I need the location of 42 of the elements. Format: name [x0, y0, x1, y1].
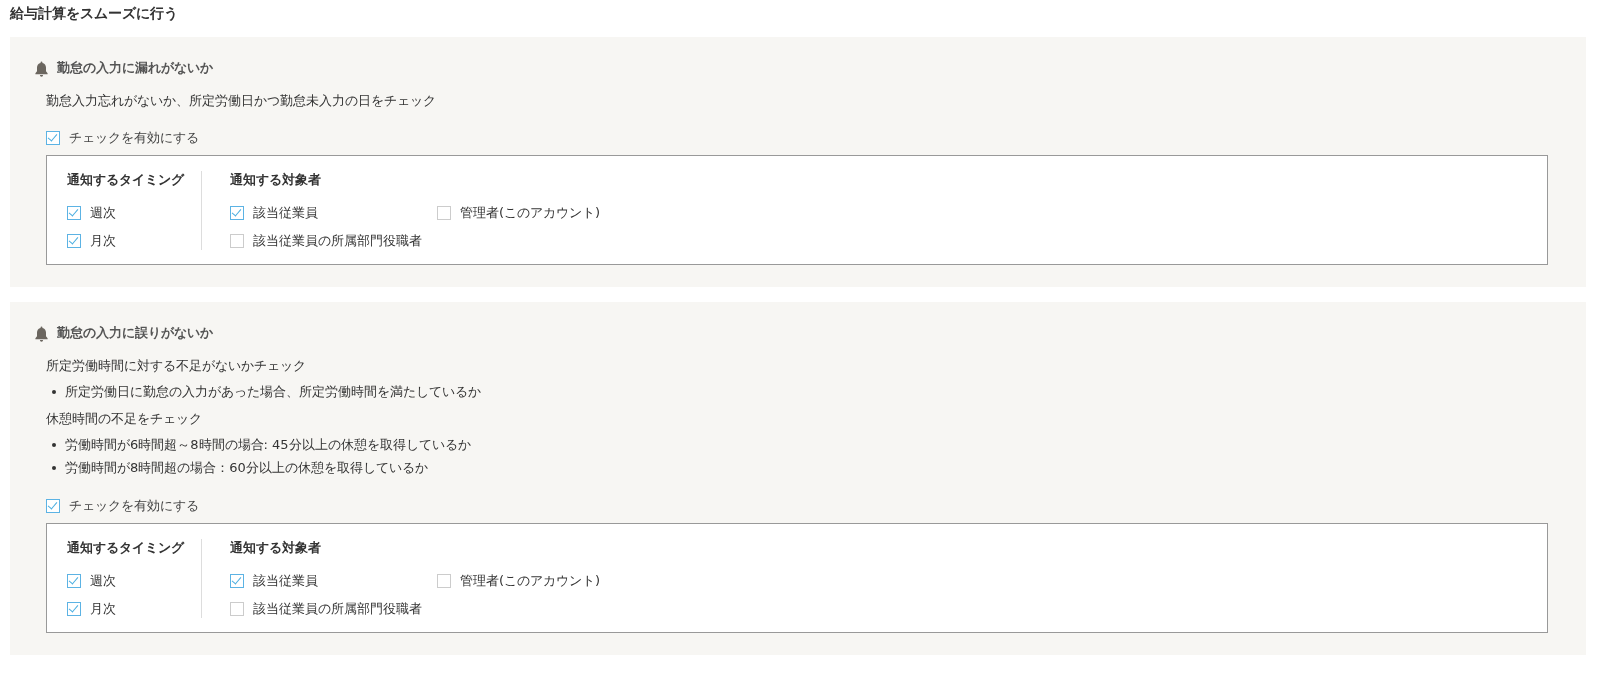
bell-icon [34, 59, 49, 77]
column-heading: 通知する対象者 [230, 539, 322, 557]
bullet-dot [52, 465, 56, 470]
bullet-text: 労働時間が6時間超～8時間の場合: 45分以上の休憩を取得しているか [65, 436, 471, 454]
column-heading: 通知するタイミング [67, 539, 186, 557]
column-heading: 通知するタイミング [67, 171, 186, 189]
checkbox[interactable] [67, 206, 81, 220]
checkbox-label: 月次 [90, 600, 116, 618]
description-text: 休憩時間の不足をチェック [46, 410, 203, 428]
checkbox[interactable] [67, 602, 81, 616]
checkbox[interactable] [230, 574, 244, 588]
column-heading: 通知する対象者 [230, 171, 322, 189]
checkbox-label: 管理者(このアカウント) [460, 572, 601, 590]
checkbox[interactable] [67, 574, 81, 588]
checkbox[interactable] [46, 131, 60, 145]
checkbox-label: 週次 [90, 572, 116, 590]
checkbox-label: 週次 [90, 204, 116, 222]
checkbox[interactable] [46, 499, 60, 513]
bullet-dot [52, 442, 56, 447]
section-title: 勤怠の入力に誤りがないか [57, 324, 213, 342]
checkbox-label: チェックを有効にする [69, 129, 199, 147]
checkbox[interactable] [67, 234, 81, 248]
description-text: 勤怠入力忘れがないか、所定労働日かつ勤怠未入力の日をチェック [46, 92, 437, 110]
checkbox-label: 月次 [90, 232, 116, 250]
checkbox-label: チェックを有効にする [69, 497, 199, 515]
checkbox-label: 該当従業員の所属部門役職者 [253, 600, 422, 618]
checkbox-label: 該当従業員の所属部門役職者 [253, 232, 422, 250]
bullet-text: 労働時間が8時間超の場合：60分以上の休憩を取得しているか [65, 459, 428, 477]
checkbox-label: 該当従業員 [253, 204, 318, 222]
checkbox-label: 該当従業員 [253, 572, 318, 590]
description-text: 所定労働時間に対する不足がないかチェック [46, 357, 307, 375]
checkbox[interactable] [230, 602, 244, 616]
checkbox[interactable] [230, 234, 244, 248]
bullet-text: 所定労働日に勤怠の入力があった場合、所定労働時間を満たしているか [65, 383, 481, 401]
checkbox[interactable] [437, 574, 451, 588]
checkbox[interactable] [230, 206, 244, 220]
section-title: 勤怠の入力に漏れがないか [57, 59, 213, 77]
page-title: 給与計算をスムーズに行う [10, 5, 179, 23]
bullet-dot [52, 389, 56, 394]
checkbox[interactable] [437, 206, 451, 220]
bell-icon [34, 324, 49, 342]
checkbox-label: 管理者(このアカウント) [460, 204, 601, 222]
